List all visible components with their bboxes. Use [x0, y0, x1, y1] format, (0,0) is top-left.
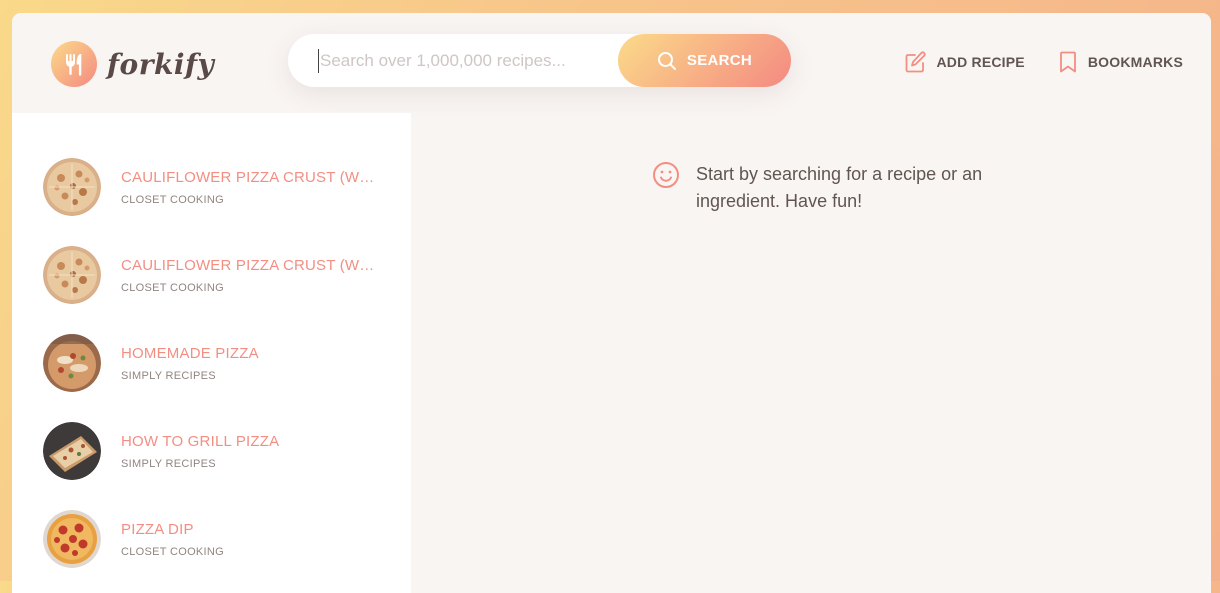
- recipe-thumbnail: [43, 246, 101, 304]
- search-results: CAULIFLOWER PIZZA CRUST (WITH BBQ CHICKE…: [12, 113, 411, 593]
- app-container: forkify SEARCH ADD RECIPE: [12, 13, 1211, 593]
- result-title: HOW TO GRILL PIZZA: [121, 432, 280, 450]
- result-item[interactable]: HOW TO GRILL PIZZA SIMPLY RECIPES: [43, 421, 383, 481]
- nav: ADD RECIPE BOOKMARKS: [872, 50, 1184, 74]
- search-input[interactable]: [318, 48, 612, 73]
- result-publisher: CLOSET COOKING: [121, 281, 225, 294]
- result-publisher: CLOSET COOKING: [121, 545, 225, 558]
- result-item[interactable]: PIZZA DIP CLOSET COOKING: [43, 509, 383, 569]
- start-message: Start by searching for a recipe or an in…: [652, 161, 986, 215]
- add-recipe-button[interactable]: ADD RECIPE: [904, 50, 1025, 74]
- bookmarks-button[interactable]: BOOKMARKS: [1057, 50, 1183, 74]
- add-recipe-label: ADD RECIPE: [936, 54, 1025, 70]
- bookmark-icon: [1059, 51, 1076, 73]
- search-form: SEARCH: [288, 34, 791, 87]
- result-title: PIZZA DIP: [121, 520, 194, 538]
- result-publisher: SIMPLY RECIPES: [121, 457, 216, 470]
- result-title: CAULIFLOWER PIZZA CRUST (WITH BBQ CHICKE…: [121, 168, 376, 186]
- recipe-thumbnail: [43, 510, 101, 568]
- result-publisher: SIMPLY RECIPES: [121, 369, 216, 382]
- search-button-label: SEARCH: [686, 52, 753, 69]
- result-item[interactable]: CAULIFLOWER PIZZA CRUST (WITH BBQ CHICKE…: [43, 245, 383, 305]
- smile-icon: [653, 162, 679, 188]
- recipe-thumbnail: [43, 334, 101, 392]
- result-title: CAULIFLOWER PIZZA CRUST (WITH BBQ CHICKE…: [121, 256, 376, 274]
- fork-knife-icon: [51, 41, 97, 87]
- bookmarks-label: BOOKMARKS: [1087, 54, 1183, 70]
- result-item[interactable]: HOMEMADE PIZZA SIMPLY RECIPES: [43, 333, 383, 393]
- result-publisher: CLOSET COOKING: [121, 193, 225, 206]
- message-text: Start by searching for a recipe or an in…: [696, 164, 983, 211]
- search-button[interactable]: SEARCH: [618, 34, 791, 87]
- brand-name: forkify: [107, 47, 215, 81]
- header: forkify SEARCH ADD RECIPE: [12, 13, 1211, 113]
- search-icon: [657, 51, 676, 70]
- recipe-thumbnail: [43, 158, 101, 216]
- recipe-thumbnail: [43, 422, 101, 480]
- result-item[interactable]: CAULIFLOWER PIZZA CRUST (WITH BBQ CHICKE…: [43, 157, 383, 217]
- logo[interactable]: forkify: [51, 41, 214, 87]
- edit-icon: [905, 51, 926, 73]
- result-title: HOMEMADE PIZZA: [121, 344, 259, 362]
